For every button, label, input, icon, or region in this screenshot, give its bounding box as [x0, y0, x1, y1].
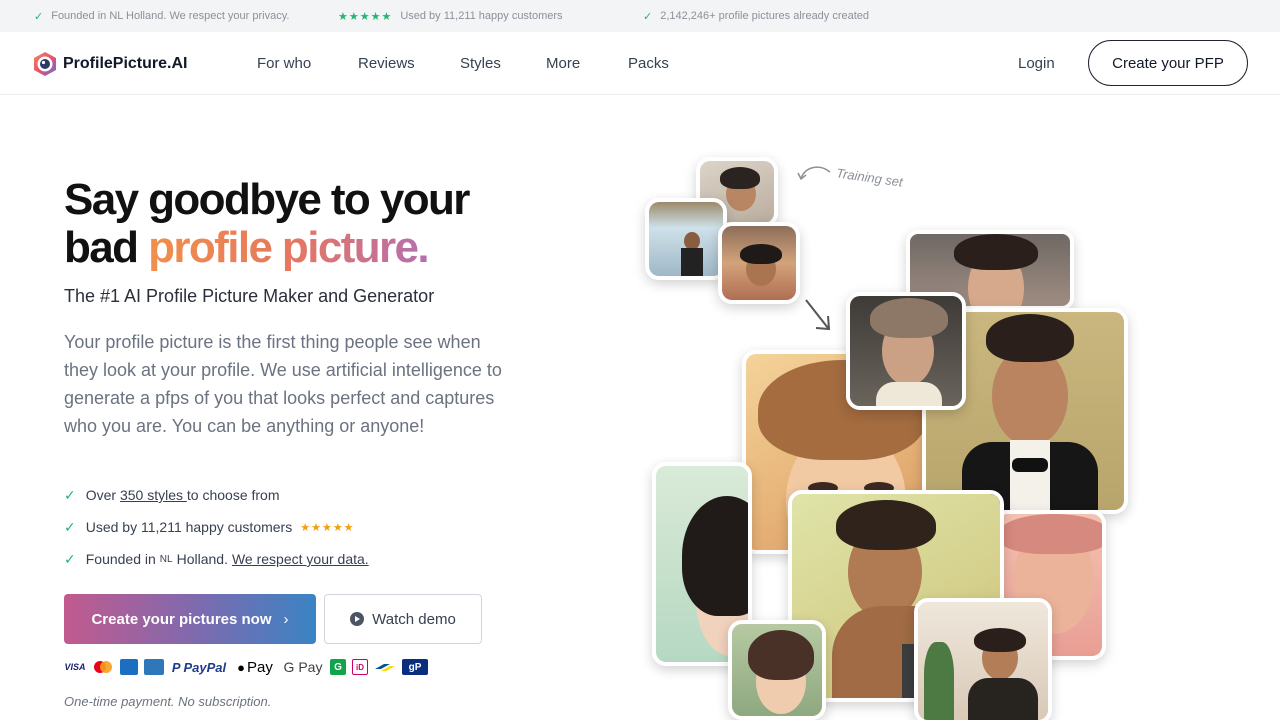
chevron-right-icon: › [283, 610, 289, 628]
nav-for-who[interactable]: For who [257, 32, 311, 95]
logo-text: ProfilePicture.AI [63, 55, 188, 72]
generated-photo-portrait [846, 292, 966, 410]
create-pictures-label: Create your pictures now [91, 610, 272, 628]
google-pay-icon: G Pay [283, 659, 323, 675]
nav-reviews[interactable]: Reviews [358, 32, 415, 95]
bancontact-icon [374, 659, 396, 675]
mastercard-icon [92, 659, 114, 675]
create-pfp-button[interactable]: Create your PFP [1088, 40, 1248, 86]
feature-customers-text: Used by 11,211 happy customers [85, 519, 293, 535]
feature-founded: ✓ Founded in NL Holland. We respect your… [64, 549, 369, 569]
ideal-icon: iD [352, 659, 368, 675]
hero-description: Your profile picture is the first thing … [64, 332, 502, 436]
training-photo-2 [645, 198, 727, 280]
maestro-icon [120, 659, 138, 675]
star-rating-icon: ★★★★★ [300, 521, 355, 534]
hero-title-highlight: profile picture. [148, 223, 430, 272]
main-navigation: ProfilePicture.AI For who Reviews Styles… [0, 32, 1280, 95]
styles-link[interactable]: 350 styles [120, 487, 187, 503]
feature-founded-pre: Founded in [85, 551, 156, 567]
generated-photo-cafe [914, 598, 1052, 720]
arrow-down-right-icon [805, 299, 831, 331]
hero-title-line2: bad [64, 223, 149, 272]
nav-more[interactable]: More [546, 32, 580, 95]
star-rating-icon: ★★★★★ [338, 10, 393, 23]
training-photo-3 [718, 222, 800, 304]
nav-styles[interactable]: Styles [460, 32, 501, 95]
feature-customers: ✓ Used by 11,211 happy customers ★★★★★ [64, 517, 355, 537]
feature-styles-pre: Over [85, 487, 120, 503]
customers-notice-text: Used by 11,211 happy customers [400, 10, 563, 22]
watch-demo-button[interactable]: Watch demo [324, 594, 482, 644]
logo[interactable]: ProfilePicture.AI [32, 51, 187, 77]
nl-flag-label: NL [159, 553, 173, 565]
giropay-icon: G [330, 659, 346, 675]
pictures-created-text: 2,142,246+ profile pictures already crea… [660, 10, 870, 22]
check-icon: ✓ [64, 518, 76, 535]
check-icon: ✓ [64, 550, 76, 567]
check-icon: ✓ [34, 10, 44, 23]
create-pictures-button[interactable]: Create your pictures now › [64, 594, 316, 644]
privacy-notice-text: Founded in NL Holland. We respect your p… [51, 10, 290, 22]
privacy-data-link[interactable]: We respect your data. [232, 551, 369, 567]
announcement-bar: ✓ Founded in NL Holland. We respect your… [0, 0, 1280, 32]
privacy-notice: ✓ Founded in NL Holland. We respect your… [34, 0, 289, 32]
generated-photo-anime-small [728, 620, 826, 720]
payment-methods: VISA P PayPal ● Pay G Pay G iD gP [64, 657, 428, 677]
paypal-icon: P PayPal [171, 659, 227, 675]
visa-icon: VISA [64, 662, 86, 672]
hero-title-line1: Say goodbye to your [64, 175, 470, 224]
gp-icon: gP [402, 659, 428, 675]
play-icon [350, 612, 365, 626]
hero-subtitle: The #1 AI Profile Picture Maker and Gene… [64, 286, 435, 306]
login-link[interactable]: Login [1018, 32, 1055, 95]
feature-styles-post: to choose from [186, 487, 280, 503]
amex-icon [144, 659, 164, 675]
hero-title: Say goodbye to your bad profile picture. [64, 176, 564, 272]
feature-styles: ✓ Over 350 styles to choose from [64, 485, 280, 505]
nav-packs[interactable]: Packs [628, 32, 669, 95]
feature-founded-mid: Holland. [176, 551, 228, 567]
pictures-created-notice: ✓ 2,142,246+ profile pictures already cr… [643, 0, 869, 32]
customers-notice: ★★★★★ Used by 11,211 happy customers [338, 0, 563, 32]
watch-demo-label: Watch demo [372, 610, 456, 628]
curved-arrow-icon [797, 166, 831, 181]
apple-pay-label: Pay [247, 658, 273, 676]
logo-icon [32, 51, 58, 77]
paypal-label: PayPal [183, 659, 227, 675]
apple-pay-icon: ● Pay [237, 658, 273, 676]
payment-note: One-time payment. No subscription. [64, 694, 272, 709]
check-icon: ✓ [643, 10, 653, 23]
training-set-label: Training set [835, 165, 904, 190]
check-icon: ✓ [64, 486, 76, 503]
